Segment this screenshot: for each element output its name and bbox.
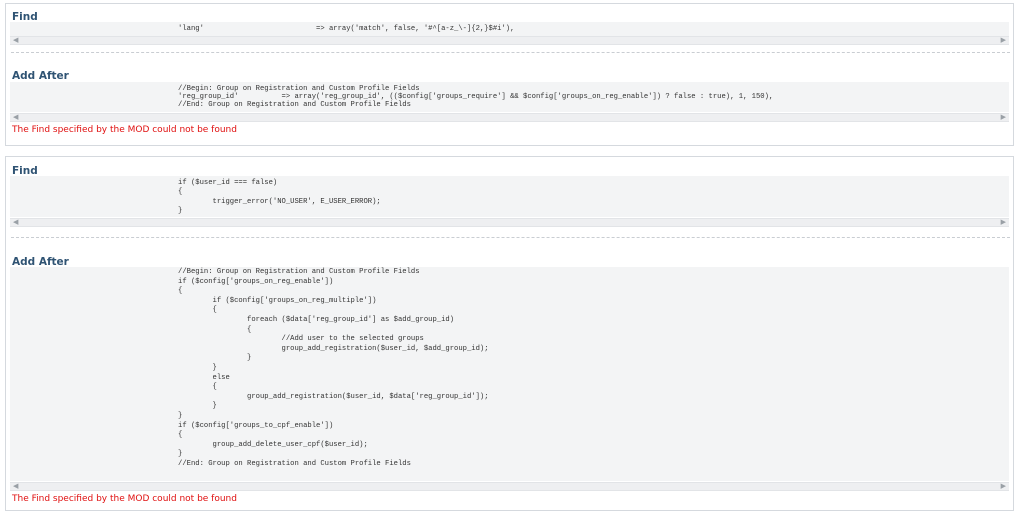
arrow-left-icon[interactable]: ◀ [13, 218, 18, 227]
arrow-right-icon[interactable]: ▶ [1001, 113, 1006, 122]
arrow-left-icon[interactable]: ◀ [13, 36, 18, 45]
add-after-code: //Begin: Group on Registration and Custo… [178, 268, 489, 468]
error-message: The Find specified by the MOD could not … [12, 125, 237, 135]
arrow-right-icon[interactable]: ▶ [1001, 36, 1006, 45]
add-after-code-block: //Begin: Group on Registration and Custo… [10, 82, 1009, 112]
horizontal-scrollbar[interactable]: ◀ ▶ [10, 113, 1009, 122]
mod-edit-panel: Find if ($user_id === false) { trigger_e… [5, 156, 1014, 511]
horizontal-scrollbar[interactable]: ◀ ▶ [10, 36, 1009, 45]
arrow-right-icon[interactable]: ▶ [1001, 482, 1006, 491]
mod-edit-panel: Find 'lang' => array('match', false, '#^… [5, 3, 1014, 146]
arrow-left-icon[interactable]: ◀ [13, 113, 18, 122]
arrow-right-icon[interactable]: ▶ [1001, 218, 1006, 227]
find-code: if ($user_id === false) { trigger_error(… [178, 179, 381, 216]
section-divider [11, 52, 1010, 53]
add-after-code-block: //Begin: Group on Registration and Custo… [10, 267, 1009, 481]
add-after-label: Add After [12, 70, 69, 82]
find-code-block: if ($user_id === false) { trigger_error(… [10, 176, 1009, 217]
find-code-block: 'lang' => array('match', false, '#^[a-z_… [10, 22, 1009, 36]
add-after-code: //Begin: Group on Registration and Custo… [178, 85, 774, 110]
arrow-left-icon[interactable]: ◀ [13, 482, 18, 491]
find-code: 'lang' => array('match', false, '#^[a-z_… [178, 25, 515, 33]
error-message: The Find specified by the MOD could not … [12, 494, 237, 504]
horizontal-scrollbar[interactable]: ◀ ▶ [10, 218, 1009, 227]
horizontal-scrollbar[interactable]: ◀ ▶ [10, 482, 1009, 491]
section-divider [11, 237, 1010, 238]
